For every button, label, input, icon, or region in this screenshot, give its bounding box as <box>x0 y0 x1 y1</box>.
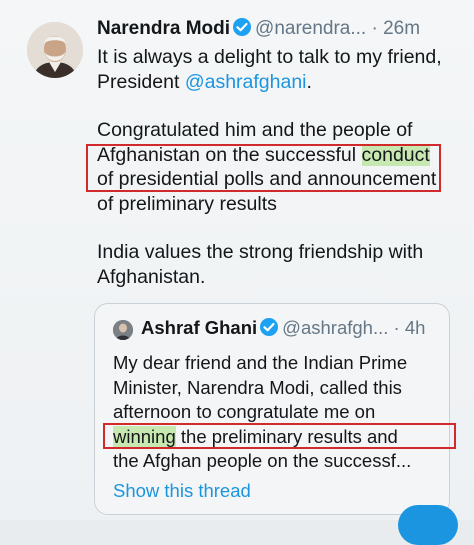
avatar-portrait-icon <box>27 22 83 78</box>
quoted-tweet-header: Ashraf Ghani @ashrafgh... · 4h <box>141 317 425 339</box>
tweet-line: of preliminary results <box>97 192 277 215</box>
annotation-box <box>103 423 456 449</box>
verified-badge-icon <box>260 318 279 336</box>
separator-dot: · <box>393 317 400 338</box>
annotation-box <box>86 144 441 192</box>
author-name[interactable]: Narendra Modi <box>97 18 230 39</box>
compose-button[interactable] <box>398 505 458 545</box>
tweet-line: My dear friend and the Indian Prime <box>113 352 408 373</box>
verified-badge-icon <box>233 18 252 36</box>
quoted-tweet[interactable]: Ashraf Ghani @ashrafgh... · 4h My dear fr… <box>94 303 450 515</box>
avatar-portrait-icon <box>113 320 133 340</box>
tweet-line: It is always a delight to talk to my fri… <box>97 46 442 68</box>
mention-link[interactable]: @ashrafghani <box>185 71 307 93</box>
tweet-header: Narendra Modi @narendra... · 26m <box>97 18 420 40</box>
tweet-line: Minister, Narendra Modi, called this <box>113 376 402 398</box>
author-avatar[interactable] <box>27 22 83 78</box>
tweet-timestamp[interactable]: 26m <box>383 18 420 39</box>
quoted-tweet-text: My dear friend and the Indian Prime Mini… <box>113 351 443 474</box>
tweet-line: the Afghan people on the successf... <box>113 450 412 471</box>
show-thread-link[interactable]: Show this thread <box>113 480 251 502</box>
separator-dot: · <box>371 18 378 39</box>
quoted-author-name[interactable]: Ashraf Ghani <box>141 317 257 338</box>
quoted-tweet-timestamp[interactable]: 4h <box>405 317 426 338</box>
tweet-line: afternoon to congratulate me on <box>113 401 376 422</box>
tweet-line: India values the strong friendship with <box>97 241 424 263</box>
tweet-line: President @ashrafghani. <box>97 70 312 93</box>
tweet-line: Congratulated him and the people of <box>97 119 413 141</box>
quoted-author-avatar[interactable] <box>113 320 133 340</box>
quoted-author-handle[interactable]: @ashrafgh... <box>282 317 388 338</box>
author-handle[interactable]: @narendra... <box>255 18 366 39</box>
tweet-card: Narendra Modi @narendra... · 26m It is al… <box>0 0 474 545</box>
tweet-line: Afghanistan. <box>97 265 206 288</box>
